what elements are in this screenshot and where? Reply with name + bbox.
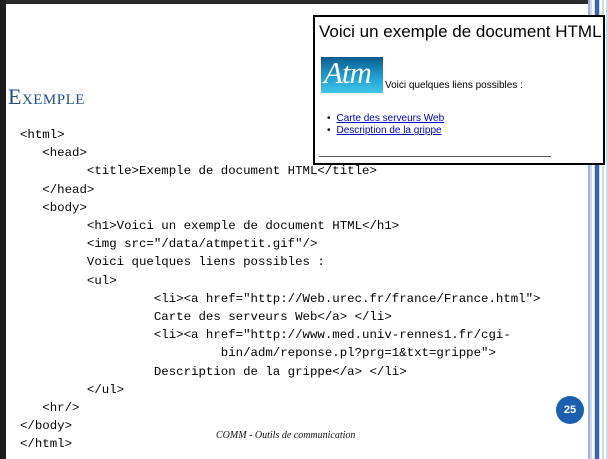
html-code-block: <html> <head> <title>Exemple de document…: [20, 126, 541, 454]
slide-title: Exemple: [8, 84, 85, 109]
top-border: [0, 0, 608, 4]
code-line: <li><a href="http://www.med.univ-rennes1…: [20, 328, 511, 343]
code-line: <h1>Voici un exemple de document HTML</h…: [20, 219, 400, 234]
code-line: <ul>: [20, 273, 117, 288]
rendered-text: Voici quelques liens possibles :: [385, 80, 523, 91]
left-border: [0, 0, 6, 459]
code-line: Carte des serveurs Web</a> </li>: [20, 310, 392, 325]
code-line: Voici quelques liens possibles :: [20, 255, 325, 270]
link-description-grippe[interactable]: Description de la grippe: [337, 125, 442, 136]
code-line: <body>: [20, 200, 87, 215]
horizontal-rule: [319, 156, 551, 157]
list-item: Description de la grippe: [327, 125, 444, 137]
code-line: <title>Exemple de document HTML</title>: [20, 164, 377, 179]
rendered-example-window: Voici un exemple de document HTML Atm Vo…: [313, 15, 605, 165]
code-line: </head>: [20, 182, 95, 197]
atm-logo: Atm: [321, 55, 383, 93]
code-line: <li><a href="http://Web.urec.fr/france/F…: [20, 291, 541, 306]
footer-text: COMM - Outils de communication: [216, 430, 356, 441]
slide: Exemple <html> <head> <title>Exemple de …: [0, 0, 608, 459]
code-line: bin/adm/reponse.pl?prg=1&txt=grippe">: [20, 346, 496, 361]
link-carte-serveurs[interactable]: Carte des serveurs Web: [337, 113, 445, 124]
list-item: Carte des serveurs Web: [327, 113, 445, 125]
code-line: Description de la grippe</a> </li>: [20, 364, 407, 379]
code-line: <hr/>: [20, 401, 80, 416]
rendered-heading: Voici un exemple de document HTML: [319, 22, 602, 41]
atm-logo-text: Atm: [324, 55, 372, 90]
page-number-badge: 25: [556, 396, 584, 424]
rendered-link-list: Carte des serveurs Web Description de la…: [327, 113, 445, 137]
code-line: </ul>: [20, 382, 125, 397]
code-line: <img src="/data/atmpetit.gif"/>: [20, 237, 318, 252]
